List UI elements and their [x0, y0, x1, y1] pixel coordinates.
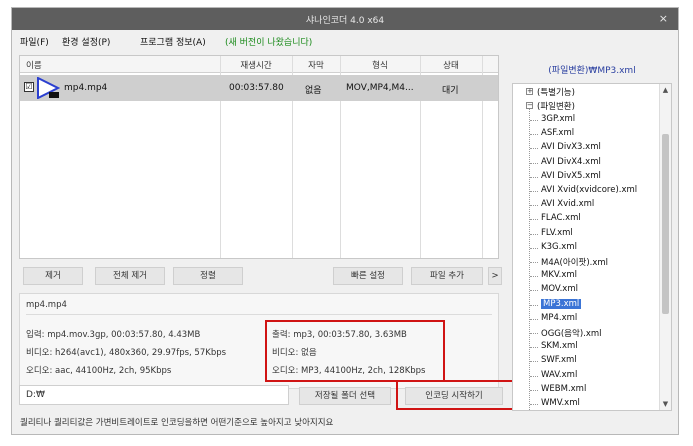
menu-settings[interactable]: 환경 설정(P) — [62, 35, 110, 48]
new-version-notice[interactable]: (새 버전이 나왔습니다) — [225, 35, 312, 48]
tree-guide — [530, 347, 538, 349]
preset-path-title: (파일변환)₩MP3.xml — [548, 66, 636, 76]
row-filename: mp4.mp4 — [64, 83, 108, 93]
preset-item[interactable]: FLV.xml — [541, 228, 573, 238]
menu-bar: 파일(F) 환경 설정(P) 프로그램 정보(A) (새 버전이 나왔습니다) — [12, 30, 678, 52]
input-summary: 입력: mp4.mov.3gp, 00:03:57.80, 4.43MB — [26, 330, 201, 340]
input-video: 비디오: h264(avc1), 480x360, 29.97fps, 57Kb… — [26, 348, 227, 358]
row-status: 대기 — [442, 86, 459, 96]
left-pane: 이름 재생시간 자막 형식 상태 ☑ mp4.mp4 00:03:57.80 없… — [19, 55, 502, 389]
preset-item[interactable]: SWF.xml — [541, 355, 577, 365]
start-encoding-button[interactable]: 인코딩 시작하기 — [405, 387, 503, 405]
minus-icon[interactable]: − — [526, 102, 533, 109]
output-row: D:₩ 저장될 폴더 선택 인코딩 시작하기 — [19, 380, 514, 410]
column-duration[interactable]: 재생시간 — [220, 59, 292, 71]
preset-item[interactable]: OGG(음악).xml — [541, 327, 602, 339]
preset-item[interactable]: WEBM.xml — [541, 384, 586, 394]
tree-item-special[interactable]: (특별기능) — [537, 86, 575, 98]
tree-guide — [530, 304, 538, 306]
tree-guide — [530, 404, 538, 405]
quick-settings-button[interactable]: 빠른 설정 — [333, 267, 403, 285]
menu-about[interactable]: 프로그램 정보(A) — [140, 35, 206, 48]
app-window: 샤나인코더 4.0 x64 × 파일(F) 환경 설정(P) 프로그램 정보(A… — [11, 7, 679, 435]
preset-item[interactable]: SKM.xml — [541, 341, 578, 351]
column-subtitle[interactable]: 자막 — [292, 59, 340, 71]
status-bar: 퀄리티나 퀄리티값은 가변비트레이트로 인코딩을하면 어떤기준으로 높아지고 낮… — [12, 414, 678, 432]
tree-guide — [530, 233, 538, 235]
info-filename: mp4.mp4 — [26, 300, 67, 310]
preset-item[interactable]: AVI Xvid.xml — [541, 199, 594, 209]
tree-guide — [530, 148, 538, 150]
tree-guide — [530, 205, 538, 207]
more-button[interactable]: > — [488, 267, 502, 285]
tree-item-convert[interactable]: (파일변환) — [537, 100, 575, 112]
tree-guide — [530, 134, 538, 136]
preset-item[interactable]: K3G.xml — [541, 242, 577, 252]
output-path-field[interactable]: D:₩ — [19, 385, 289, 405]
window-title: 샤나인코더 4.0 x64 — [305, 16, 385, 26]
tree-guide — [530, 375, 538, 377]
file-list-header: 이름 재생시간 자막 형식 상태 — [20, 56, 498, 73]
scroll-up-icon[interactable]: ▲ — [660, 84, 671, 96]
tree-guide — [530, 389, 538, 391]
video-file-icon — [37, 77, 60, 99]
tree-guide — [530, 290, 538, 292]
preset-item[interactable]: MKV.xml — [541, 270, 577, 280]
remove-button[interactable]: 제거 — [23, 267, 83, 285]
tree-guide — [530, 333, 538, 334]
file-info-panel: mp4.mp4 입력: mp4.mov.3gp, 00:03:57.80, 4.… — [19, 293, 499, 389]
tree-guide — [530, 120, 538, 121]
scroll-down-icon[interactable]: ▼ — [660, 398, 671, 410]
preset-item[interactable]: AVI Xvid(xvidcore).xml — [541, 185, 637, 195]
tree-guide — [530, 318, 538, 320]
tree-scrollbar[interactable]: ▲ ▼ — [659, 84, 671, 410]
close-icon[interactable]: × — [659, 12, 668, 25]
tree-guide — [530, 247, 538, 249]
column-status[interactable]: 상태 — [420, 59, 482, 71]
title-bar[interactable]: 샤나인코더 4.0 x64 × — [12, 8, 678, 30]
column-name[interactable]: 이름 — [26, 59, 42, 71]
preset-item[interactable]: FLAC.xml — [541, 213, 581, 223]
add-file-button[interactable]: 파일 추가 — [411, 267, 483, 285]
preset-tree: + (특별기능) − (파일변환) 3GP.xml ASF.xml AVI DivX… — [512, 83, 672, 411]
preset-item[interactable]: WMV.xml — [541, 398, 580, 408]
menu-file[interactable]: 파일(F) — [20, 35, 49, 48]
preset-panel: (파일변환)₩MP3.xml + (특별기능) − (파일변환) 3GP.xml… — [512, 55, 672, 411]
row-checkbox[interactable]: ☑ — [24, 82, 34, 92]
sort-button[interactable]: 정렬 — [173, 267, 243, 285]
preset-item[interactable]: MOV.xml — [541, 284, 578, 294]
preset-item[interactable]: M4A(아이팟).xml — [541, 256, 608, 268]
list-action-buttons: 제거 전체 제거 정렬 빠른 설정 파일 추가 > — [19, 265, 502, 289]
tree-guide — [530, 176, 538, 178]
preset-item[interactable]: 3GP.xml — [541, 114, 575, 124]
tree-guide — [529, 106, 530, 410]
tree-guide — [530, 162, 538, 164]
preset-item[interactable]: AVI DivX4.xml — [541, 157, 601, 167]
preset-item[interactable]: AVI DivX3.xml — [541, 142, 601, 152]
save-folder-button[interactable]: 저장될 폴더 선택 — [299, 387, 391, 405]
plus-icon[interactable]: + — [526, 88, 533, 95]
tree-guide — [530, 262, 538, 263]
tree-guide — [530, 191, 538, 192]
tree-guide — [530, 219, 538, 221]
preset-item[interactable]: WAV.xml — [541, 370, 577, 380]
divider — [26, 314, 492, 315]
row-format: MOV,MP4,M4... — [346, 83, 414, 93]
preset-item[interactable]: MP3.xml — [541, 298, 582, 309]
preset-item[interactable]: ASF.xml — [541, 128, 574, 138]
status-text: 퀄리티나 퀄리티값은 가변비트레이트로 인코딩을하면 어떤기준으로 높아지고 낮… — [20, 418, 334, 428]
preset-item[interactable]: AVI DivX5.xml — [541, 171, 601, 181]
scroll-thumb[interactable] — [662, 134, 669, 314]
tree-guide — [530, 361, 538, 363]
output-info-highlight — [265, 320, 445, 382]
column-format[interactable]: 형식 — [340, 59, 420, 71]
file-list: 이름 재생시간 자막 형식 상태 ☑ mp4.mp4 00:03:57.80 없… — [19, 55, 499, 259]
remove-all-button[interactable]: 전체 제거 — [95, 267, 165, 285]
row-duration: 00:03:57.80 — [229, 83, 284, 93]
input-audio: 오디오: aac, 44100Hz, 2ch, 95Kbps — [26, 366, 172, 376]
preset-item[interactable]: MP4.xml — [541, 313, 577, 323]
row-subtitle: 없음 — [305, 86, 322, 96]
tree-guide — [530, 276, 538, 278]
table-row[interactable]: ☑ mp4.mp4 00:03:57.80 없음 MOV,MP4,M4... 대… — [20, 75, 498, 101]
